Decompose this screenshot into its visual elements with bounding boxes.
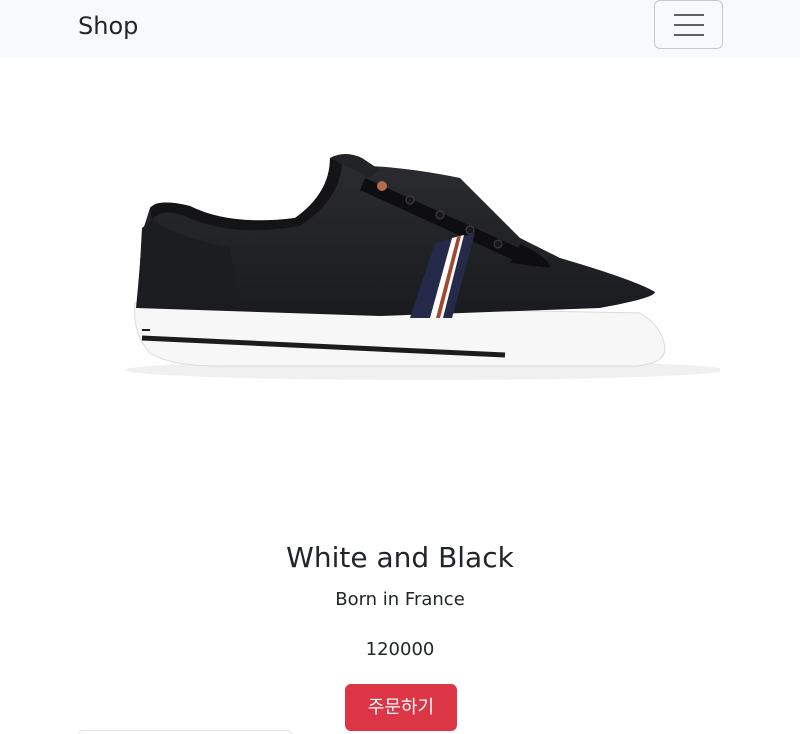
navbar-brand[interactable]: Shop [78, 11, 138, 41]
partial-panel [78, 730, 292, 734]
navbar-toggler-button[interactable] [654, 0, 723, 49]
product-title: White and Black [286, 541, 514, 574]
sneaker-image [125, 154, 725, 380]
product-origin: Born in France [335, 589, 465, 610]
order-button[interactable]: 주문하기 [345, 684, 457, 731]
navbar: Shop [0, 0, 800, 58]
hamburger-menu-icon [674, 13, 704, 37]
product-image [80, 58, 725, 498]
product-price: 120000 [365, 639, 435, 660]
